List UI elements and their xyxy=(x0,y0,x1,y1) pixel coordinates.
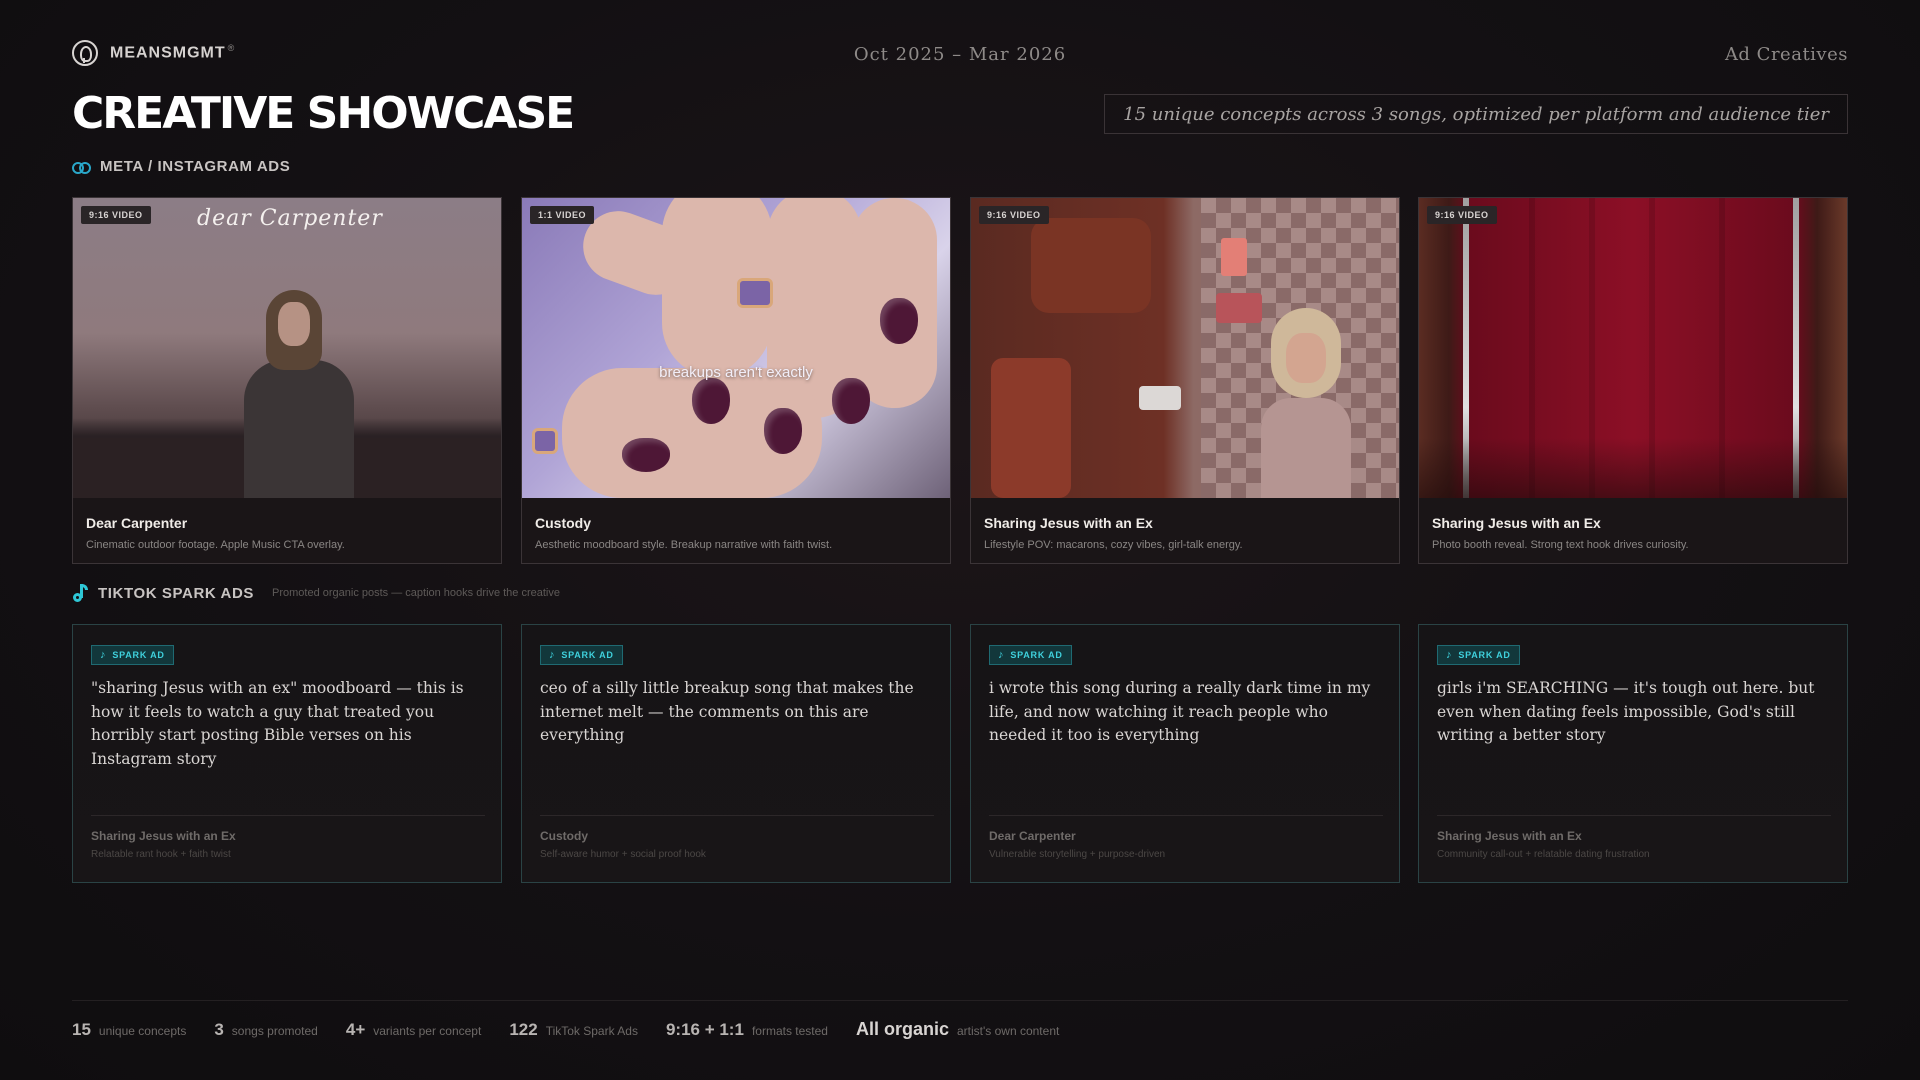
section-label: Ad Creatives xyxy=(1724,44,1848,65)
divider xyxy=(989,815,1383,816)
girl-figure xyxy=(1261,308,1351,498)
caption-quote: girls i'm SEARCHING — it's tough out her… xyxy=(1437,679,1815,745)
stat-spark-ads: 122 TikTok Spark Ads xyxy=(509,1020,638,1039)
registered-mark: ® xyxy=(227,43,236,54)
patterned-pillow xyxy=(991,358,1071,498)
format-badge: 9:16 VIDEO xyxy=(81,206,151,224)
meta-card[interactable]: dear Carpenter 9:16 VIDEO Dear Carpenter… xyxy=(72,197,502,564)
tiktok-cards: ♪ SPARK AD "sharing Jesus with an ex" moo… xyxy=(72,624,1848,883)
brand[interactable]: MEANSMGMT ® xyxy=(72,40,235,66)
video-thumbnail[interactable]: dear Carpenter 9:16 VIDEO xyxy=(73,198,501,498)
card-title: Sharing Jesus with an Ex xyxy=(984,515,1153,531)
tiktok-section-subtitle: Promoted organic posts — caption hooks d… xyxy=(272,587,560,599)
video-caption: breakups aren't exactly xyxy=(659,364,813,381)
spark-ad-card[interactable]: ♪ SPARK AD i wrote this song during a rea… xyxy=(970,624,1400,883)
stat-variants: 4+ variants per concept xyxy=(345,1020,482,1039)
hook-note: Self-aware humor + social proof hook xyxy=(540,849,706,860)
card-description: Aesthetic moodboard style. Breakup narra… xyxy=(535,539,833,551)
spark-ad-badge: ♪ SPARK AD xyxy=(1437,645,1520,665)
music-note-icon: ♪ xyxy=(549,648,556,661)
meta-section-header: META / INSTAGRAM ADS xyxy=(72,158,290,175)
spark-ad-badge: ♪ SPARK AD xyxy=(540,645,623,665)
card-title: Custody xyxy=(535,515,591,531)
pillow xyxy=(1031,218,1151,313)
tiktok-section-header: TIKTOK SPARK ADS Promoted organic posts … xyxy=(72,584,560,602)
stat-songs: 3 songs promoted xyxy=(214,1020,318,1039)
music-note-icon: ♪ xyxy=(1446,648,1453,661)
date-range: Oct 2025 – Mar 2026 xyxy=(853,44,1067,65)
song-name: Dear Carpenter xyxy=(989,829,1076,843)
singer-figure xyxy=(238,290,358,498)
divider xyxy=(540,815,934,816)
spark-ad-card[interactable]: ♪ SPARK AD ceo of a silly little breakup … xyxy=(521,624,951,883)
spark-ad-badge: ♪ SPARK AD xyxy=(989,645,1072,665)
meta-cards: dear Carpenter 9:16 VIDEO Dear Carpenter… xyxy=(72,197,1848,564)
hook-note: Relatable rant hook + faith twist xyxy=(91,849,231,860)
tiktok-section-label: TIKTOK SPARK ADS xyxy=(98,584,254,602)
hook-note: Community call-out + relatable dating fr… xyxy=(1437,849,1650,860)
spark-ad-card[interactable]: ♪ SPARK AD "sharing Jesus with an ex" moo… xyxy=(72,624,502,883)
meta-section-label: META / INSTAGRAM ADS xyxy=(100,158,291,175)
phone-object xyxy=(1139,386,1181,410)
footer-divider xyxy=(72,1000,1848,1001)
hook-note: Vulnerable storytelling + purpose-driven xyxy=(989,849,1166,860)
card-title: Sharing Jesus with an Ex xyxy=(1432,515,1601,531)
spark-ad-badge: ♪ SPARK AD xyxy=(91,645,174,665)
card-description: Lifestyle POV: macarons, cozy vibes, gir… xyxy=(984,539,1243,551)
card-description: Cinematic outdoor footage. Apple Music C… xyxy=(86,539,345,551)
pink-phone xyxy=(1221,238,1247,276)
meta-card[interactable]: breakups aren't exactly 1:1 VIDEO Custod… xyxy=(521,197,951,564)
meta-card[interactable]: 9:16 VIDEO Sharing Jesus with an Ex Phot… xyxy=(1418,197,1848,564)
macaron-box xyxy=(1216,293,1262,323)
divider xyxy=(91,815,485,816)
song-name: Sharing Jesus with an Ex xyxy=(91,829,236,843)
showcase-page: MEANSMGMT ® Oct 2025 – Mar 2026 Ad Creati… xyxy=(72,0,1848,1080)
caption-quote: "sharing Jesus with an ex" moodboard — t… xyxy=(91,679,464,768)
format-badge: 1:1 VIDEO xyxy=(530,206,595,224)
stat-organic: All organic artist's own content xyxy=(855,1019,1060,1039)
song-name: Custody xyxy=(540,829,588,843)
meta-card[interactable]: 9:16 VIDEO Sharing Jesus with an Ex Life… xyxy=(970,197,1400,564)
footer-stats: 15 unique concepts 3 songs promoted 4+ vari… xyxy=(72,1019,1059,1040)
video-thumbnail[interactable]: 9:16 VIDEO xyxy=(971,198,1399,498)
song-name: Sharing Jesus with an Ex xyxy=(1437,829,1582,843)
meta-infinity-icon xyxy=(72,161,91,174)
spark-ad-card[interactable]: ♪ SPARK AD girls i'm SEARCHING — it's tou… xyxy=(1418,624,1848,883)
tagline: 15 unique concepts across 3 songs, optim… xyxy=(1104,94,1848,134)
script-overlay-text: dear Carpenter xyxy=(197,206,383,231)
stat-concepts: 15 unique concepts xyxy=(72,1020,187,1039)
top-bar: MEANSMGMT ® Oct 2025 – Mar 2026 Ad Creati… xyxy=(72,40,1848,70)
divider xyxy=(1437,815,1831,816)
format-badge: 9:16 VIDEO xyxy=(1427,206,1497,224)
format-badge: 9:16 VIDEO xyxy=(979,206,1049,224)
video-thumbnail[interactable]: breakups aren't exactly 1:1 VIDEO xyxy=(522,198,950,498)
caption-quote: ceo of a silly little breakup song that … xyxy=(540,679,914,745)
brand-name: MEANSMGMT ® xyxy=(110,43,236,62)
card-title: Dear Carpenter xyxy=(86,515,188,531)
face-profile-icon xyxy=(72,40,98,66)
card-description: Photo booth reveal. Strong text hook dri… xyxy=(1432,539,1689,551)
music-note-icon: ♪ xyxy=(998,648,1005,661)
video-thumbnail[interactable]: 9:16 VIDEO xyxy=(1419,198,1847,498)
page-title: CREATIVE SHOWCASE xyxy=(72,88,575,139)
caption-quote: i wrote this song during a really dark t… xyxy=(989,679,1371,745)
music-note-icon: ♪ xyxy=(100,648,107,661)
stat-formats: 9:16 + 1:1 formats tested xyxy=(665,1020,828,1039)
tiktok-icon xyxy=(72,584,88,602)
